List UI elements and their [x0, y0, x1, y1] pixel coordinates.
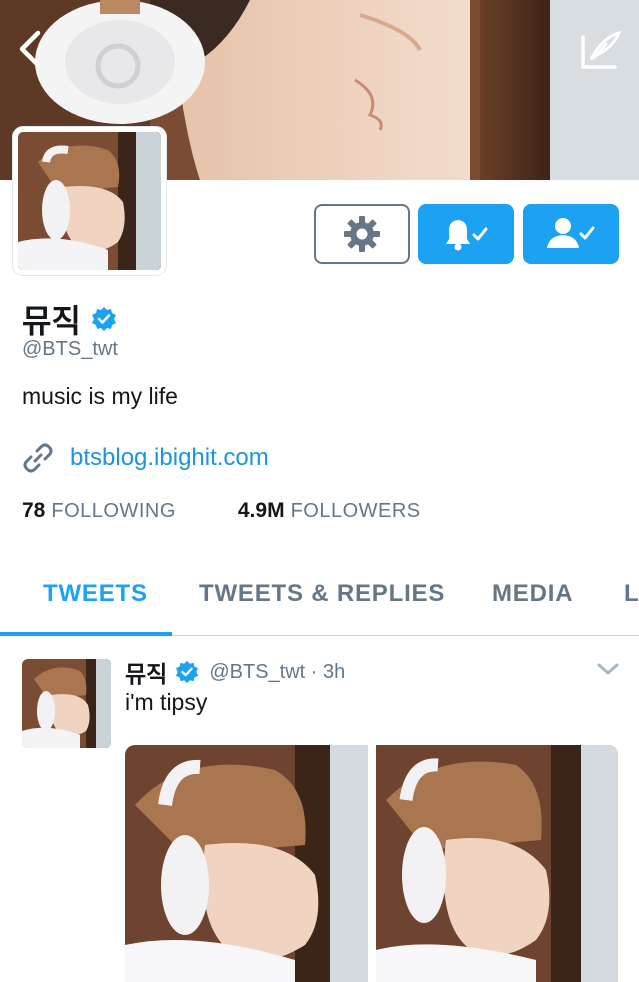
profile-stats: 78 FOLLOWING 4.9M FOLLOWERS — [22, 499, 421, 523]
active-tab-indicator — [0, 632, 172, 636]
following-stat[interactable]: 78 FOLLOWING — [22, 499, 176, 523]
tab-tweets-and-replies[interactable]: TWEETS & REPLIES — [199, 580, 445, 608]
back-button[interactable] — [10, 26, 50, 72]
settings-button[interactable] — [314, 204, 410, 264]
tweet-more-button[interactable] — [596, 661, 620, 682]
tweet-photo-1[interactable] — [125, 745, 368, 982]
following-count: 78 — [22, 499, 46, 522]
back-chevron-icon — [19, 30, 41, 68]
profile-website-link[interactable]: btsblog.ibighit.com — [70, 444, 269, 472]
notifications-button[interactable] — [418, 204, 514, 264]
profile-tabs: TWEETS TWEETS & REPLIES MEDIA L — [0, 560, 639, 636]
compose-icon — [581, 30, 622, 69]
tweet-photo-2[interactable] — [376, 745, 618, 982]
compose-button[interactable] — [579, 28, 623, 72]
chevron-down-icon — [597, 663, 619, 675]
tweet-header: 뮤직 @BTS_twt · 3h — [125, 655, 345, 689]
tweet-avatar-image — [22, 659, 111, 748]
tab-likes[interactable]: L — [624, 580, 639, 608]
tweet-item[interactable]: 뮤직 @BTS_twt · 3h i'm tipsy — [0, 637, 639, 982]
gear-icon — [344, 216, 380, 252]
tweet-author-name[interactable]: 뮤직 — [125, 655, 167, 689]
tab-media[interactable]: MEDIA — [492, 580, 573, 608]
following-button[interactable] — [523, 204, 619, 264]
link-icon — [23, 443, 53, 473]
user-check-icon — [547, 218, 595, 248]
tweet-avatar[interactable] — [22, 659, 111, 748]
tweet-photo-1-image — [125, 745, 368, 982]
profile-name-row: 뮤직 — [22, 296, 117, 342]
tab-tweets[interactable]: TWEETS — [43, 580, 148, 608]
verified-badge-icon — [175, 660, 199, 684]
profile-name: 뮤직 — [22, 303, 81, 339]
profile-avatar[interactable] — [13, 127, 166, 275]
profile-handle: @BTS_twt — [22, 338, 118, 360]
avatar-image — [18, 132, 161, 270]
bell-check-icon — [446, 220, 488, 251]
profile-bio: music is my life — [22, 383, 178, 409]
verified-badge-icon — [91, 306, 117, 332]
tweet-meta: @BTS_twt · 3h — [209, 660, 346, 683]
following-label: FOLLOWING — [51, 500, 176, 522]
followers-count: 4.9M — [237, 499, 285, 522]
tweet-photo-2-image — [376, 745, 618, 982]
followers-label: FOLLOWERS — [290, 500, 421, 522]
followers-stat[interactable]: 4.9M FOLLOWERS — [238, 499, 421, 523]
profile-website-row: btsblog.ibighit.com — [22, 442, 269, 474]
tweet-text: i'm tipsy — [125, 689, 208, 715]
